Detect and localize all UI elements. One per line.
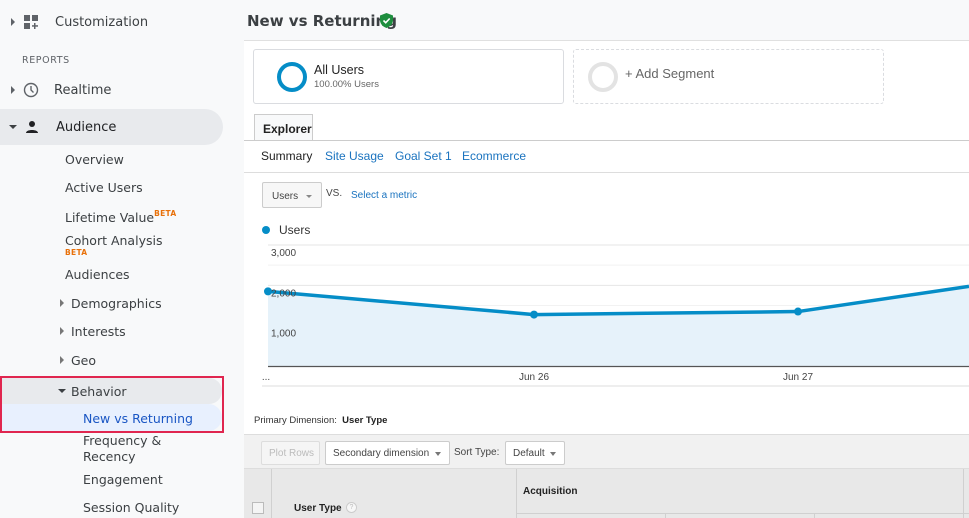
sidebar-item-lifetime-value[interactable]: Lifetime ValueBETA — [65, 209, 176, 225]
report-header: New vs Returning — [244, 0, 969, 41]
sidebar-item-label: Interests — [71, 323, 126, 339]
tab-explorer[interactable]: Explorer — [254, 114, 313, 141]
subtab-summary[interactable]: Summary — [261, 149, 312, 163]
legend-dot-icon — [262, 226, 270, 234]
help-icon[interactable]: ? — [346, 502, 357, 513]
sidebar-item-label: Realtime — [54, 82, 112, 98]
y-tick-label: 1,000 — [271, 329, 296, 340]
chevron-down-icon — [435, 452, 441, 456]
sidebar-item-label: Demographics — [71, 295, 162, 311]
segment-ring-icon — [277, 62, 307, 92]
sort-type-dropdown[interactable]: Default — [505, 441, 565, 465]
y-tick-label: 2,000 — [271, 288, 296, 299]
caret-right-icon — [11, 18, 15, 26]
metric-dropdown-value: Users — [272, 191, 299, 202]
primary-dimension-label: Primary Dimension: — [254, 415, 337, 426]
metric-dropdown[interactable]: Users — [262, 182, 322, 208]
column-divider — [963, 469, 964, 518]
sidebar: Customization REPORTS Realtime Audience … — [0, 0, 244, 518]
caret-right-icon — [60, 327, 64, 335]
secondary-dimension-dropdown[interactable]: Secondary dimension — [325, 441, 450, 465]
primary-dimension-value[interactable]: User Type — [342, 415, 387, 426]
subtab-site-usage[interactable]: Site Usage — [325, 149, 384, 163]
column-divider — [271, 469, 272, 518]
users-line-chart: 3,000 2,000 1,000 ... Jun 26 Jun 27 — [262, 244, 969, 387]
column-group-divider — [516, 513, 969, 514]
plot-rows-button[interactable]: Plot Rows — [261, 441, 320, 465]
sort-type-value: Default — [513, 448, 545, 459]
caret-right-icon — [60, 356, 64, 364]
segment-name: All Users — [314, 63, 365, 77]
sidebar-item-label: Recency — [83, 449, 136, 464]
sidebar-item-overview[interactable]: Overview — [65, 152, 124, 167]
sidebar-item-active-users[interactable]: Active Users — [65, 180, 143, 195]
table-header: User Type ? Acquisition — [244, 468, 969, 518]
y-tick-label: 3,000 — [271, 248, 296, 259]
dashboard-add-icon — [24, 15, 38, 29]
sidebar-item-audience[interactable]: Audience — [9, 109, 116, 145]
secondary-dimension-label: Secondary dimension — [333, 448, 430, 459]
select-metric-link[interactable]: Select a metric — [351, 190, 417, 201]
sidebar-item-customization[interactable]: Customization — [11, 5, 148, 39]
page-title: New vs Returning — [247, 12, 397, 30]
segment-ring-empty-icon — [588, 62, 618, 92]
sidebar-item-label: Lifetime Value — [65, 210, 155, 225]
data-point[interactable] — [530, 310, 538, 319]
vs-label: VS. — [326, 188, 343, 199]
area-fill — [268, 286, 969, 366]
sidebar-item-label: Audience — [56, 119, 117, 135]
caret-right-icon — [60, 299, 64, 307]
primary-dimension: Primary Dimension: User Type — [254, 415, 387, 426]
sidebar-item-label: Geo — [71, 352, 97, 368]
x-tick-label: Jun 26 — [519, 372, 549, 383]
column-header-user-type[interactable]: User Type — [294, 503, 342, 514]
select-all-checkbox[interactable] — [252, 502, 264, 514]
sort-type-label: Sort Type: — [454, 447, 500, 458]
legend-label: Users — [279, 223, 311, 237]
x-tick-label: ... — [262, 372, 270, 383]
sidebar-item-audiences[interactable]: Audiences — [65, 267, 130, 282]
sidebar-item-geo[interactable]: Geo — [60, 343, 96, 377]
add-segment-button[interactable]: + Add Segment — [573, 49, 884, 104]
person-icon — [26, 121, 38, 133]
tab-divider — [244, 140, 969, 141]
sidebar-item-label: Customization — [55, 14, 149, 30]
beta-badge: BETA — [154, 209, 177, 218]
sidebar-item-cohort-analysis[interactable]: Cohort Analysis — [65, 233, 162, 248]
clock-icon — [23, 82, 39, 98]
column-divider — [665, 513, 666, 518]
sidebar-item-session-quality[interactable]: Session Quality — [83, 500, 179, 515]
segment-all-users[interactable]: All Users 100.00% Users — [253, 49, 564, 104]
column-divider — [814, 513, 815, 518]
caret-right-icon — [11, 86, 15, 94]
chevron-down-icon — [550, 452, 556, 456]
subtab-divider — [244, 172, 969, 173]
sidebar-item-engagement[interactable]: Engagement — [83, 472, 163, 487]
column-divider — [516, 469, 517, 518]
subtab-goal-set-1[interactable]: Goal Set 1 — [395, 149, 452, 163]
data-point[interactable] — [794, 307, 802, 316]
reports-section-label: REPORTS — [22, 55, 70, 66]
beta-badge: BETA — [65, 248, 88, 257]
caret-down-icon — [9, 125, 17, 129]
table-toolbar: Plot Rows Secondary dimension Sort Type:… — [244, 434, 969, 468]
highlight-box — [0, 376, 224, 433]
add-segment-label: + Add Segment — [625, 66, 715, 81]
sidebar-item-frequency-recency[interactable]: Frequency & Recency — [83, 433, 161, 464]
sidebar-item-label: Frequency & — [83, 433, 162, 448]
segment-percentage: 100.00% Users — [314, 79, 379, 90]
subtab-ecommerce[interactable]: Ecommerce — [462, 149, 526, 163]
sidebar-item-realtime[interactable]: Realtime — [11, 73, 111, 107]
shield-check-icon — [380, 13, 393, 28]
chevron-down-icon — [306, 195, 312, 198]
column-group-acquisition: Acquisition — [523, 486, 578, 497]
x-tick-label: Jun 27 — [783, 372, 813, 383]
